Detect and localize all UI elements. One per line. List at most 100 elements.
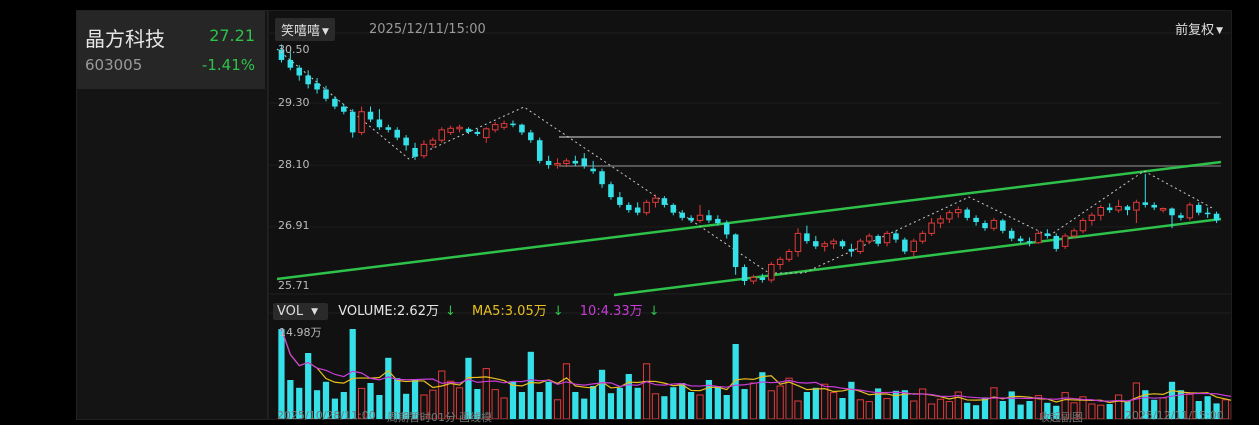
arrow-down-icon: ↓ bbox=[648, 304, 660, 319]
candle-body bbox=[287, 59, 294, 68]
candle-body bbox=[732, 234, 739, 268]
volume-bar bbox=[696, 394, 704, 419]
volume-header: VOL ▼ VOLUME:2.62万 ↓ MA5:3.05万 ↓ 10:4.33万 ↓ bbox=[273, 300, 672, 320]
volume-bar bbox=[794, 400, 802, 419]
candle-body bbox=[794, 232, 802, 253]
mode-selector[interactable]: 笑嘻嘻 ▼ bbox=[275, 18, 335, 41]
kline-chart[interactable] bbox=[269, 11, 1231, 419]
volume-bar bbox=[776, 385, 784, 419]
volume-bar bbox=[572, 392, 579, 419]
volume-bar bbox=[865, 401, 873, 419]
candle-body bbox=[741, 267, 748, 282]
zigzag-line bbox=[276, 48, 1215, 274]
volume-bar bbox=[803, 392, 811, 419]
candle-body bbox=[964, 209, 970, 218]
volume-bar bbox=[536, 392, 543, 419]
candle-body bbox=[581, 158, 588, 167]
candle-body bbox=[1142, 202, 1149, 205]
volume-bar bbox=[553, 399, 562, 419]
volume-bar bbox=[839, 398, 846, 419]
volume-max-label: 14.98万 bbox=[279, 326, 322, 339]
candle-body bbox=[1124, 206, 1131, 211]
price-tick: 25.71 bbox=[278, 279, 310, 292]
candle-body bbox=[385, 127, 392, 130]
volume-bar bbox=[518, 392, 526, 419]
volume-bar bbox=[625, 374, 632, 419]
candle-body bbox=[1008, 230, 1015, 239]
volume-bar bbox=[651, 393, 660, 419]
candle-body bbox=[634, 207, 641, 213]
candle-body bbox=[447, 127, 454, 133]
candle-body bbox=[973, 217, 979, 222]
volume-bar bbox=[767, 390, 775, 419]
candle-body bbox=[1070, 230, 1078, 237]
volume-bar bbox=[936, 398, 945, 419]
candle-body bbox=[1026, 241, 1033, 243]
stock-card[interactable]: 晶方科技 27.21 603005 -1.41% bbox=[77, 11, 265, 89]
volume-bar bbox=[687, 392, 695, 419]
candle-body bbox=[1044, 233, 1051, 236]
stock-change: -1.41% bbox=[201, 56, 255, 74]
candle-body bbox=[323, 89, 329, 99]
start-date: 2025/10/28/11:00 bbox=[277, 409, 376, 422]
adjust-selector[interactable]: 前复权 ▼ bbox=[1175, 19, 1223, 38]
volume-bar bbox=[1106, 404, 1113, 419]
candle-body bbox=[599, 171, 605, 185]
draw-tool-label[interactable]: 画线模 bbox=[459, 409, 492, 425]
channel-upper-line bbox=[276, 160, 1222, 281]
candle-body bbox=[893, 233, 899, 240]
candle-body bbox=[946, 212, 953, 220]
candle-body bbox=[1097, 207, 1105, 216]
candle-body bbox=[759, 277, 766, 280]
volume-bar bbox=[581, 398, 588, 419]
candle-body bbox=[510, 123, 516, 126]
candle-body bbox=[875, 235, 881, 244]
volume-value: VOLUME:2.62万 ↓ bbox=[338, 304, 462, 319]
watchlist-sidebar: 晶方科技 27.21 603005 -1.41% bbox=[76, 10, 268, 420]
candle-body bbox=[776, 258, 784, 265]
candle-body bbox=[928, 222, 935, 234]
volume-bar bbox=[491, 389, 499, 419]
volume-bar bbox=[1026, 401, 1033, 419]
volume-bar bbox=[848, 381, 855, 419]
candle-body bbox=[1000, 220, 1006, 231]
candle-body bbox=[1195, 204, 1202, 213]
indicator-selector[interactable]: VOL ▼ bbox=[273, 303, 329, 320]
candle-body bbox=[883, 232, 891, 244]
volume-bar bbox=[1017, 404, 1024, 419]
candle-body bbox=[688, 217, 694, 221]
candle-body bbox=[1169, 208, 1175, 216]
volume-bar bbox=[634, 387, 641, 419]
volume-bar bbox=[749, 382, 758, 419]
candle-body bbox=[1151, 204, 1157, 208]
candle-body bbox=[314, 83, 320, 90]
candle-body bbox=[1017, 238, 1024, 242]
candle-body bbox=[1088, 214, 1096, 221]
price-tick: 30.50 bbox=[278, 43, 310, 56]
candle-body bbox=[608, 184, 614, 198]
candle-body bbox=[910, 240, 918, 253]
channel-lower-line bbox=[613, 217, 1222, 297]
volume-bar bbox=[829, 392, 838, 419]
candle-body bbox=[465, 128, 472, 132]
volume-bar bbox=[509, 381, 517, 419]
ma5-value: MA5:3.05万 ↓ bbox=[472, 304, 570, 319]
candle-body bbox=[474, 131, 481, 134]
volume-bar bbox=[670, 387, 677, 419]
end-date: 2025/12/11/15:00 bbox=[1125, 409, 1224, 422]
candle-body bbox=[661, 198, 668, 205]
indicator-label: VOL bbox=[277, 304, 304, 319]
volume-bar bbox=[500, 397, 508, 419]
candle-body bbox=[545, 160, 552, 166]
volume-bar bbox=[723, 395, 730, 419]
candle-body bbox=[821, 243, 828, 247]
candle-body bbox=[1061, 235, 1069, 247]
candle-body bbox=[617, 197, 623, 205]
candle-body bbox=[990, 219, 998, 229]
candle-body bbox=[955, 209, 962, 214]
collapse-subchart-button[interactable]: 收起副图 bbox=[1039, 409, 1083, 425]
arrow-down-icon: ↓ bbox=[444, 304, 456, 319]
candle-body bbox=[349, 111, 356, 133]
candle-body bbox=[830, 240, 837, 245]
volume-bar bbox=[972, 405, 980, 419]
